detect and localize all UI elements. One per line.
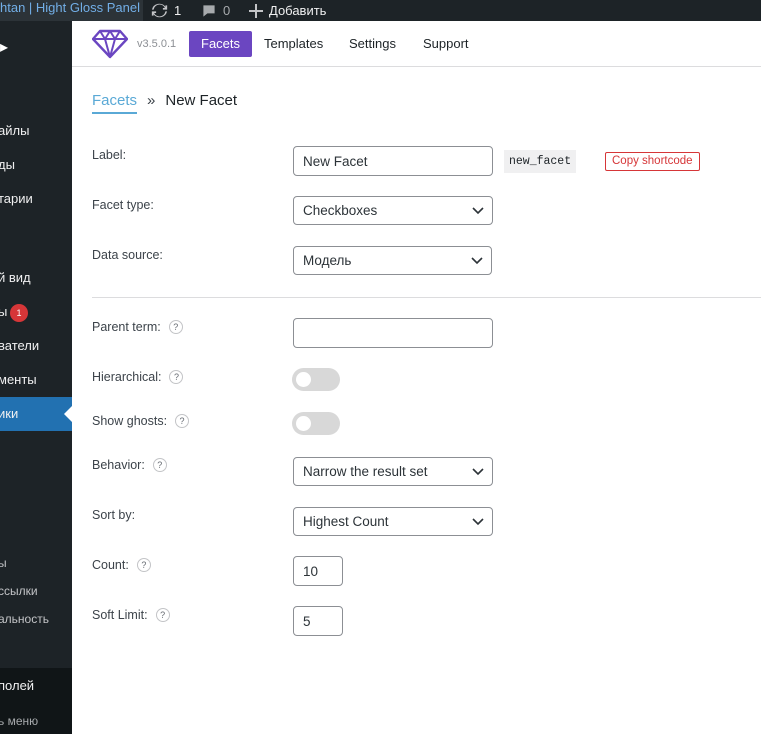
comments-count: 0	[223, 3, 231, 18]
sidebar-item-label: полей	[0, 678, 35, 693]
sidebar-item-plugins[interactable]: ы1	[0, 295, 72, 329]
copy-shortcode-button[interactable]: Copy shortcode	[605, 152, 700, 171]
tab-templates[interactable]: Templates	[252, 31, 335, 57]
parent-term-label: Parent term:?	[92, 320, 183, 334]
data-source-value: Модель	[303, 253, 352, 268]
plugins-update-badge: 1	[10, 304, 28, 322]
updates-icon	[151, 3, 168, 18]
chevron-down-icon	[471, 257, 483, 265]
page-title: New Facet	[165, 92, 238, 109]
sidebar-item-media[interactable]: айлы	[0, 114, 72, 148]
collapse-menu-label: ь меню	[0, 714, 39, 728]
sidebar-item-label: ды	[0, 157, 15, 172]
count-input[interactable]	[293, 556, 343, 586]
behavior-value: Narrow the result set	[303, 464, 428, 479]
help-icon[interactable]: ?	[155, 608, 170, 622]
help-icon[interactable]: ?	[168, 320, 183, 334]
sidebar-subitem-permalinks[interactable]: ссылки	[0, 577, 72, 605]
show-ghosts-toggle[interactable]	[292, 412, 340, 435]
data-source-label: Data source:	[92, 248, 163, 262]
label-input[interactable]	[293, 146, 493, 176]
chevron-down-icon	[472, 468, 484, 476]
tab-support[interactable]: Support	[411, 31, 481, 57]
comment-icon	[203, 4, 215, 17]
help-icon[interactable]: ?	[169, 370, 184, 384]
diamond-logo-icon	[92, 29, 128, 59]
plus-icon	[249, 3, 263, 18]
sidebar-item-settings[interactable]: ики	[0, 397, 72, 431]
menu-marker-icon: ▸	[0, 39, 9, 56]
sidebar-subitem-privacy[interactable]: альность	[0, 605, 72, 633]
facet-type-label: Facet type:	[92, 198, 154, 212]
plugin-version: v3.5.0.1	[137, 38, 177, 50]
facet-name-code: new_facet	[504, 150, 577, 173]
sidebar-item-pages[interactable]: ды	[0, 148, 72, 182]
facet-type-select[interactable]: Checkboxes	[293, 196, 493, 225]
updates-button[interactable]: 1	[151, 0, 181, 21]
breadcrumb: Facets » New Facet	[92, 92, 237, 116]
label-field-label: Label:	[92, 148, 127, 162]
sort-by-label: Sort by:	[92, 508, 136, 522]
sidebar-item-label: тарии	[0, 191, 33, 206]
soft-limit-input[interactable]	[293, 606, 343, 636]
admin-sidebar: ▸ айлы ды тарии - й вид ы1 ватели менты …	[0, 21, 72, 734]
chevron-down-icon	[472, 207, 484, 215]
parent-term-input[interactable]	[293, 318, 493, 348]
site-name-link[interactable]: htan | Hight Gloss Panel	[0, 0, 143, 21]
breadcrumb-facets-link[interactable]: Facets	[92, 92, 138, 114]
help-icon[interactable]: ?	[136, 558, 151, 572]
sidebar-item-comments[interactable]: тарии	[0, 182, 72, 216]
hierarchical-label: Hierarchical:?	[92, 370, 184, 384]
behavior-label: Behavior:?	[92, 458, 167, 472]
site-name: htan | Hight Gloss Panel	[0, 0, 140, 15]
toggle-knob	[296, 372, 311, 387]
admin-bar: htan | Hight Gloss Panel 1 0 Добавить	[0, 0, 761, 21]
sidebar-item-separator: -	[0, 216, 72, 250]
breadcrumb-separator: »	[147, 92, 156, 109]
sidebar-item-label: ы	[0, 304, 8, 319]
count-label: Count:?	[92, 558, 151, 572]
sidebar-item-tools[interactable]: менты	[0, 363, 72, 397]
hierarchical-toggle[interactable]	[292, 368, 340, 391]
sidebar-item-label: ватели	[0, 338, 40, 353]
show-ghosts-label: Show ghosts:?	[92, 414, 190, 428]
sidebar-item-label: й вид	[0, 270, 31, 285]
soft-limit-label: Soft Limit:?	[92, 608, 170, 622]
sidebar-item-label: менты	[0, 372, 37, 387]
add-new-label: Добавить	[269, 3, 327, 18]
sidebar-item-label: айлы	[0, 123, 30, 138]
sidebar-subitem-label: ы	[0, 556, 7, 570]
sort-by-select[interactable]: Highest Count	[293, 507, 493, 536]
updates-count: 1	[174, 3, 182, 18]
sidebar-subitem-label: альность	[0, 612, 49, 626]
sidebar-item-label: ики	[0, 406, 19, 421]
sidebar-item-appearance[interactable]: й вид	[0, 261, 72, 295]
sidebar-item-users[interactable]: ватели	[0, 329, 72, 363]
add-new-button[interactable]: Добавить	[249, 0, 326, 21]
data-source-select[interactable]: Модель	[293, 246, 492, 275]
sidebar-item-custom-fields[interactable]: полей	[0, 669, 72, 703]
plugin-nav-bar: v3.5.0.1 Facets Templates Settings Suppo…	[72, 21, 761, 67]
tab-settings[interactable]: Settings	[337, 31, 408, 57]
behavior-select[interactable]: Narrow the result set	[293, 457, 493, 486]
facet-type-value: Checkboxes	[303, 203, 378, 218]
toggle-knob	[296, 416, 311, 431]
help-icon[interactable]: ?	[175, 414, 190, 428]
tab-facets[interactable]: Facets	[189, 31, 253, 57]
chevron-down-icon	[472, 518, 484, 526]
section-divider	[92, 297, 761, 298]
collapse-menu-button[interactable]: ь меню	[0, 707, 72, 734]
sidebar-subitem-1[interactable]: ы	[0, 549, 72, 577]
sidebar-subitem-label: ссылки	[0, 584, 38, 598]
help-icon[interactable]: ?	[152, 458, 167, 472]
comments-button[interactable]: 0	[201, 0, 230, 21]
sort-by-value: Highest Count	[303, 514, 389, 529]
